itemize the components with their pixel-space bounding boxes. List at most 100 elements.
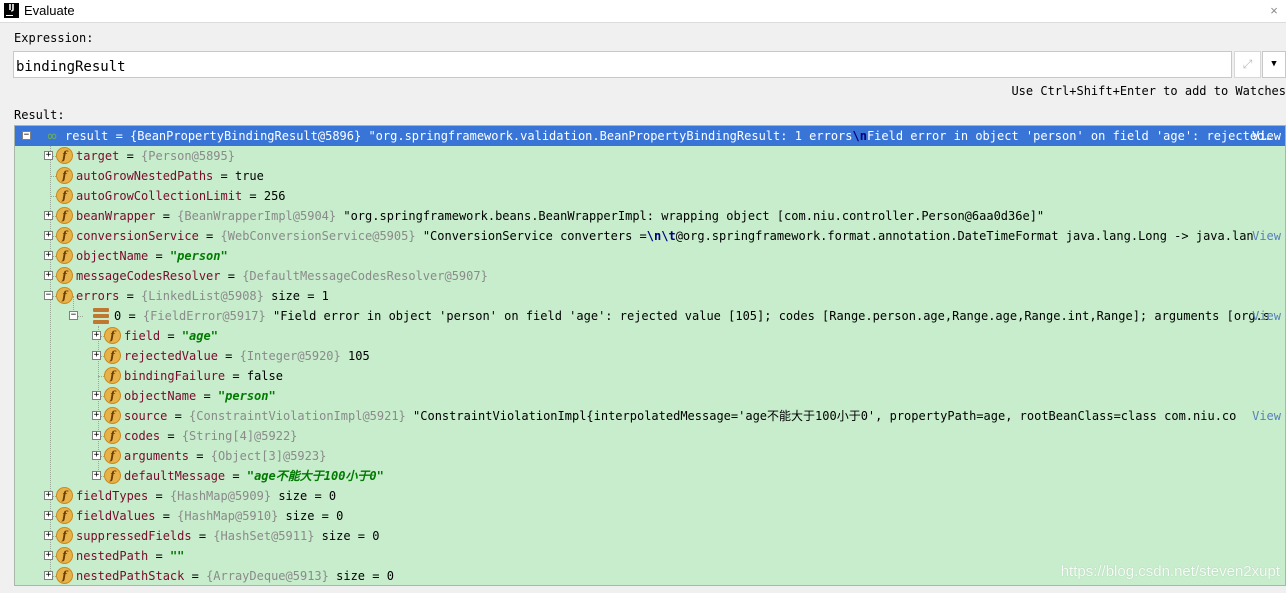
field-name: rejectedValue — [124, 349, 218, 363]
field-value-text: fieldTypes = {HashMap@5909} size = 0 — [76, 486, 336, 506]
expand-toggle[interactable]: + — [92, 351, 101, 360]
tree-row-codes[interactable]: + f codes = {String[4]@5922} — [15, 426, 1285, 446]
expand-toggle[interactable]: + — [44, 251, 53, 260]
expand-toggle[interactable]: + — [92, 451, 101, 460]
field-value: "Field error in object 'person' on field… — [265, 309, 1270, 323]
tree-row-objectName[interactable]: + f objectName = "person" — [15, 386, 1285, 406]
expand-toggle[interactable]: + — [44, 511, 53, 520]
tree-row-beanWrapper[interactable]: + f beanWrapper = {BeanWrapperImpl@5904} "… — [15, 206, 1285, 226]
field-icon: f — [56, 527, 73, 544]
field-value-text: objectName = "person" — [124, 386, 276, 406]
field-name: field — [124, 329, 161, 343]
object-id: {HashMap@5910} — [177, 509, 279, 523]
field-value-cont: @org.springframework.format.annotation.D… — [675, 229, 1254, 243]
tree-row-bindingFailure[interactable]: f bindingFailure = false — [15, 366, 1285, 386]
object-id: {BeanWrapperImpl@5904} — [177, 209, 337, 223]
history-dropdown-button[interactable]: ▼ — [1262, 51, 1286, 78]
expand-toggle[interactable]: + — [44, 151, 53, 160]
field-value-text: source = {ConstraintViolationImpl@5921} … — [124, 406, 1236, 426]
object-id: {ArrayDeque@5913} — [206, 569, 329, 583]
list-element-icon-bar — [93, 320, 109, 324]
tree-row-defaultMessage[interactable]: + f defaultMessage = "age不能大于100小于0" — [15, 466, 1285, 486]
expression-input[interactable]: bindingResult — [13, 51, 1232, 78]
field-icon: f — [104, 347, 121, 364]
list-element-icon — [93, 308, 109, 324]
view-link[interactable]: View — [1252, 226, 1281, 246]
field-equals: = — [191, 529, 214, 543]
field-equals: = — [213, 169, 235, 183]
expand-toggle[interactable]: + — [92, 391, 101, 400]
field-value: size = 1 — [263, 289, 329, 303]
view-link[interactable]: View — [1252, 406, 1281, 426]
field-value-text: errors = {LinkedList@5908} size = 1 — [76, 286, 329, 306]
tree-row-objectName[interactable]: + f objectName = "person" — [15, 246, 1285, 266]
tree-row-fieldValues[interactable]: + f fieldValues = {HashMap@5910} size = 0 — [15, 506, 1285, 526]
field-icon: f — [104, 447, 121, 464]
field-equals: = — [242, 189, 264, 203]
field-equals: = — [225, 469, 247, 483]
expand-toggle[interactable]: + — [44, 551, 53, 560]
field-value-text: suppressedFields = {HashSet@5911} size =… — [76, 526, 379, 546]
field-equals: = — [119, 289, 142, 303]
expand-toggle[interactable]: + — [92, 471, 101, 480]
field-value: size = 0 — [328, 569, 394, 583]
field-value: size = 0 — [314, 529, 380, 543]
collapse-toggle[interactable]: − — [22, 131, 31, 140]
expand-toggle[interactable]: + — [44, 491, 53, 500]
field-value: size = 0 — [271, 489, 337, 503]
field-icon: f — [56, 507, 73, 524]
collapse-toggle[interactable]: − — [44, 291, 53, 300]
field-icon: f — [56, 187, 73, 204]
field-icon: f — [104, 387, 121, 404]
tree-row-autoGrowCollectionLimit[interactable]: f autoGrowCollectionLimit = 256 — [15, 186, 1285, 206]
field-name: source — [124, 409, 168, 423]
tree-row-target[interactable]: + f target = {Person@5895} — [15, 146, 1285, 166]
expand-toggle[interactable]: + — [92, 431, 101, 440]
expand-toggle[interactable]: + — [44, 211, 53, 220]
watches-hint: Use Ctrl+Shift+Enter to add to Watches — [1011, 84, 1286, 98]
field-name: arguments — [124, 449, 190, 463]
tree-row-errors[interactable]: − f errors = {LinkedList@5908} size = 1 — [15, 286, 1285, 306]
expand-toggle[interactable]: + — [44, 231, 53, 240]
expand-toggle[interactable]: + — [44, 531, 53, 540]
tree-row-fieldTypes[interactable]: + f fieldTypes = {HashMap@5909} size = 0 — [15, 486, 1285, 506]
field-equals: = — [189, 449, 211, 463]
tree-row-conversionService[interactable]: + f conversionService = {WebConversionServ… — [15, 226, 1285, 246]
expand-toggle[interactable]: + — [92, 331, 101, 340]
field-value: 256 — [263, 189, 286, 203]
field-equals: = — [196, 389, 218, 403]
tree-row-rejectedValue[interactable]: + f rejectedValue = {Integer@5920} 105 — [15, 346, 1285, 366]
expand-editor-icon[interactable]: ⤢ — [1234, 51, 1261, 78]
field-icon: f — [56, 247, 73, 264]
tree-row-field[interactable]: + f field = "age" — [15, 326, 1285, 346]
tree-row-messageCodesResolver[interactable]: + f messageCodesResolver = {DefaultMessage… — [15, 266, 1285, 286]
collapse-toggle[interactable]: − — [69, 311, 78, 320]
field-value: "ConstraintViolationImpl{interpolatedMes… — [405, 409, 1237, 423]
tree-row-result[interactable]: − ∞ result = {BeanPropertyBindingResult@… — [15, 126, 1285, 146]
field-icon: f — [56, 207, 73, 224]
field-value: "org.springframework.beans.BeanWrapperIm… — [336, 209, 1045, 223]
field-name: autoGrowNestedPaths — [76, 169, 214, 183]
tree-row-arguments[interactable]: + f arguments = {Object[3]@5923} — [15, 446, 1285, 466]
tree-row-suppressedFields[interactable]: + f suppressedFields = {HashSet@5911} size… — [15, 526, 1285, 546]
tree-row-autoGrowNestedPaths[interactable]: f autoGrowNestedPaths = true — [15, 166, 1285, 186]
field-equals: = — [220, 269, 243, 283]
field-icon: f — [104, 327, 121, 344]
field-icon: f — [56, 567, 73, 584]
field-name: objectName — [124, 389, 197, 403]
field-icon: f — [56, 167, 73, 184]
tree-row-error-0[interactable]: − 0 = {FieldError@5917} "Field error in o… — [15, 306, 1285, 326]
expand-toggle[interactable]: + — [44, 271, 53, 280]
tree-row-source[interactable]: + f source = {ConstraintViolationImpl@5921… — [15, 406, 1285, 426]
expand-toggle[interactable]: + — [92, 411, 101, 420]
field-icon: f — [56, 547, 73, 564]
view-link[interactable]: View — [1252, 306, 1281, 326]
expand-toggle[interactable]: + — [44, 571, 53, 580]
string-literal: "age" — [181, 329, 218, 343]
view-link[interactable]: View — [1252, 126, 1281, 146]
result-tree[interactable]: − ∞ result = {BeanPropertyBindingResult@… — [14, 125, 1286, 586]
field-value-text: autoGrowNestedPaths = true — [76, 166, 264, 186]
close-button[interactable]: × — [1262, 0, 1286, 22]
field-value-text: nestedPathStack = {ArrayDeque@5913} size… — [76, 566, 394, 585]
field-icon: f — [104, 407, 121, 424]
